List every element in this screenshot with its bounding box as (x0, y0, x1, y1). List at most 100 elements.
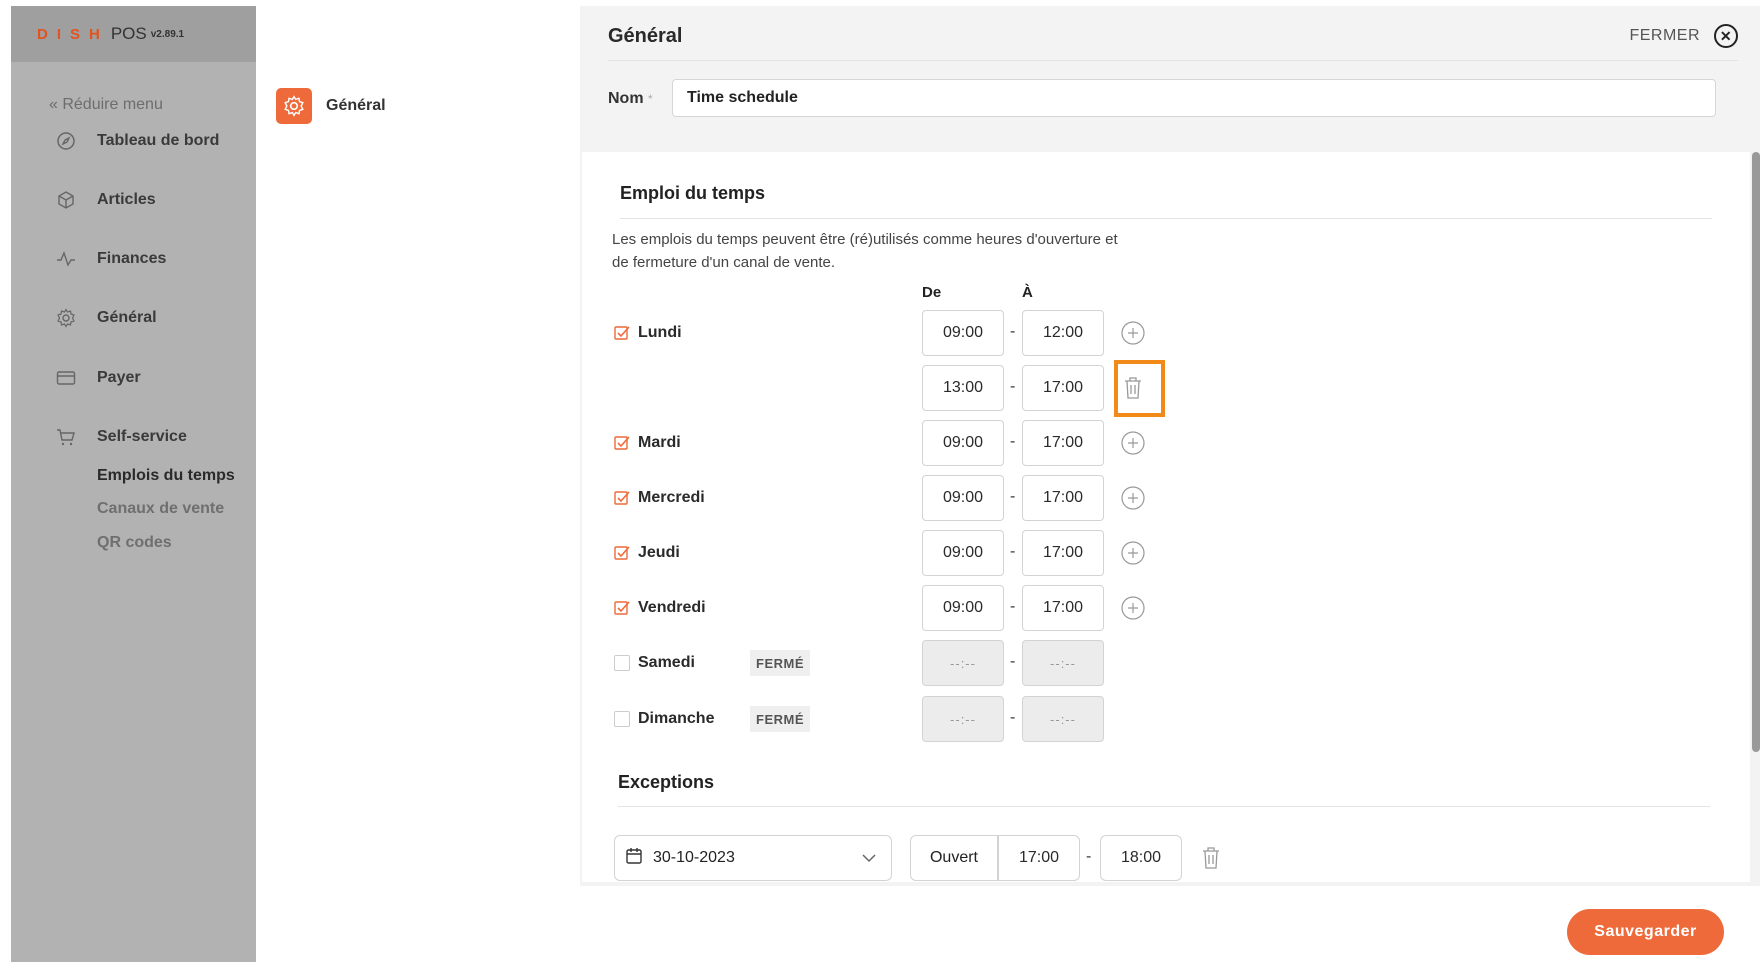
exception-date-select[interactable]: 30-10-2023 (614, 835, 892, 881)
time-to-input-disabled: --:-- (1022, 640, 1104, 686)
brand-pos: POS (110, 24, 147, 43)
add-slot-icon[interactable] (1121, 321, 1145, 345)
close-button[interactable]: FERMER ✕ (1629, 24, 1738, 48)
sidebar-item-label: Articles (97, 191, 156, 208)
add-slot-icon[interactable] (1121, 541, 1145, 565)
time-separator: - (1010, 653, 1016, 670)
trash-icon[interactable] (1199, 846, 1223, 870)
brand-dish: DISH (37, 25, 109, 43)
exception-to-input[interactable]: 18:00 (1100, 835, 1182, 881)
sidebar-item-articles[interactable]: Articles (55, 189, 156, 211)
schedule-row-lundi: Lundi 09:00 - 12:00 (580, 310, 1760, 356)
closed-badge: FERMÉ (750, 706, 810, 732)
brand-logo: DISH POS v2.89.1 (11, 6, 256, 62)
box-icon (55, 189, 77, 211)
sidebar-item-label: Tableau de bord (97, 132, 220, 149)
time-separator: - (1010, 709, 1016, 726)
sidebar: DISH POS v2.89.1 « Réduire menu Tableau … (11, 6, 256, 962)
time-from-input[interactable]: 09:00 (922, 475, 1004, 521)
exception-status[interactable]: Ouvert (910, 835, 998, 881)
panel-title: Général (608, 25, 683, 47)
close-icon: ✕ (1714, 24, 1738, 48)
time-separator: - (1010, 433, 1016, 450)
exception-from-input[interactable]: 17:00 (998, 835, 1080, 881)
schedule-row-vendredi: Vendredi 09:00 - 17:00 (580, 585, 1760, 631)
checkbox-unchecked[interactable] (614, 655, 630, 671)
time-separator: - (1086, 848, 1092, 865)
name-label: Nom * (608, 90, 653, 108)
divider (620, 218, 1712, 219)
day-label: Lundi (638, 324, 682, 341)
exception-date-value: 30-10-2023 (653, 849, 735, 866)
time-from-input[interactable]: 09:00 (922, 310, 1004, 356)
add-slot-icon[interactable] (1121, 431, 1145, 455)
add-slot-icon[interactable] (1121, 596, 1145, 620)
cart-icon (55, 426, 77, 448)
time-separator: - (1010, 598, 1016, 615)
time-to-input[interactable]: 12:00 (1022, 310, 1104, 356)
time-from-input[interactable]: 13:00 (922, 365, 1004, 411)
calendar-icon (625, 847, 643, 870)
divider (608, 60, 1738, 61)
sidebar-item-dashboard[interactable]: Tableau de bord (55, 130, 219, 152)
sidebar-item-label: Finances (97, 250, 167, 267)
divider (618, 806, 1710, 807)
time-from-input[interactable]: 09:00 (922, 585, 1004, 631)
chevron-down-icon (859, 848, 879, 873)
checkbox-checked-icon[interactable] (614, 325, 630, 341)
sidebar-subitem-schedules[interactable]: Emplois du temps (97, 467, 235, 485)
checkbox-checked-icon[interactable] (614, 545, 630, 561)
sidebar-item-general[interactable]: Général (55, 307, 157, 329)
sidebar-subitem-qr-codes[interactable]: QR codes (97, 534, 172, 552)
sidebar-item-finances[interactable]: Finances (55, 248, 166, 270)
day-label: Mercredi (638, 489, 705, 506)
panel-footer: Sauvegarder (580, 886, 1760, 962)
schedule-row-lundi-extra: 13:00 - 17:00 (580, 365, 1760, 411)
exceptions-title: Exceptions (618, 772, 715, 792)
time-from-input-disabled: --:-- (922, 640, 1004, 686)
time-from-input[interactable]: 09:00 (922, 530, 1004, 576)
time-to-input[interactable]: 17:00 (1022, 585, 1104, 631)
required-marker: * (648, 92, 653, 106)
name-label-text: Nom (608, 90, 644, 107)
scrollbar[interactable] (1752, 152, 1760, 752)
day-label: Jeudi (638, 544, 680, 561)
time-separator: - (1010, 323, 1016, 340)
checkbox-unchecked[interactable] (614, 711, 630, 727)
day-label: Mardi (638, 434, 681, 451)
subnav-general[interactable]: Général (276, 88, 386, 124)
name-input[interactable]: Time schedule (672, 79, 1716, 117)
schedule-description: Les emplois du temps peuvent être (ré)ut… (612, 231, 1118, 271)
time-separator: - (1010, 543, 1016, 560)
time-separator: - (1010, 378, 1016, 395)
sidebar-item-self-service[interactable]: Self-service (55, 426, 187, 448)
time-to-input[interactable]: 17:00 (1022, 365, 1104, 411)
checkbox-checked-icon[interactable] (614, 435, 630, 451)
save-button[interactable]: Sauvegarder (1567, 909, 1724, 955)
sidebar-subitem-sales-channels[interactable]: Canaux de vente (97, 500, 224, 518)
schedule-row-mercredi: Mercredi 09:00 - 17:00 (580, 475, 1760, 521)
subnav-label: Général (326, 97, 386, 114)
schedule-row-mardi: Mardi 09:00 - 17:00 (580, 420, 1760, 466)
card-icon (55, 367, 77, 389)
column-from: De (922, 284, 942, 301)
schedule-row-dimanche: Dimanche FERMÉ --:-- - --:-- (580, 696, 1760, 742)
sidebar-item-label: Payer (97, 369, 141, 386)
closed-badge: FERMÉ (750, 650, 810, 676)
time-to-input[interactable]: 17:00 (1022, 475, 1104, 521)
close-label: FERMER (1629, 27, 1700, 44)
highlight-box (1114, 360, 1165, 417)
schedule-row-samedi: Samedi FERMÉ --:-- - --:-- (580, 640, 1760, 686)
time-to-input-disabled: --:-- (1022, 696, 1104, 742)
sidebar-item-label: Self-service (97, 428, 187, 445)
checkbox-checked-icon[interactable] (614, 600, 630, 616)
add-slot-icon[interactable] (1121, 486, 1145, 510)
checkbox-checked-icon[interactable] (614, 490, 630, 506)
collapse-menu-link[interactable]: « Réduire menu (49, 96, 163, 114)
schedule-row-jeudi: Jeudi 09:00 - 17:00 (580, 530, 1760, 576)
sidebar-item-payer[interactable]: Payer (55, 367, 141, 389)
activity-icon (55, 248, 77, 270)
time-to-input[interactable]: 17:00 (1022, 530, 1104, 576)
time-from-input[interactable]: 09:00 (922, 420, 1004, 466)
time-to-input[interactable]: 17:00 (1022, 420, 1104, 466)
